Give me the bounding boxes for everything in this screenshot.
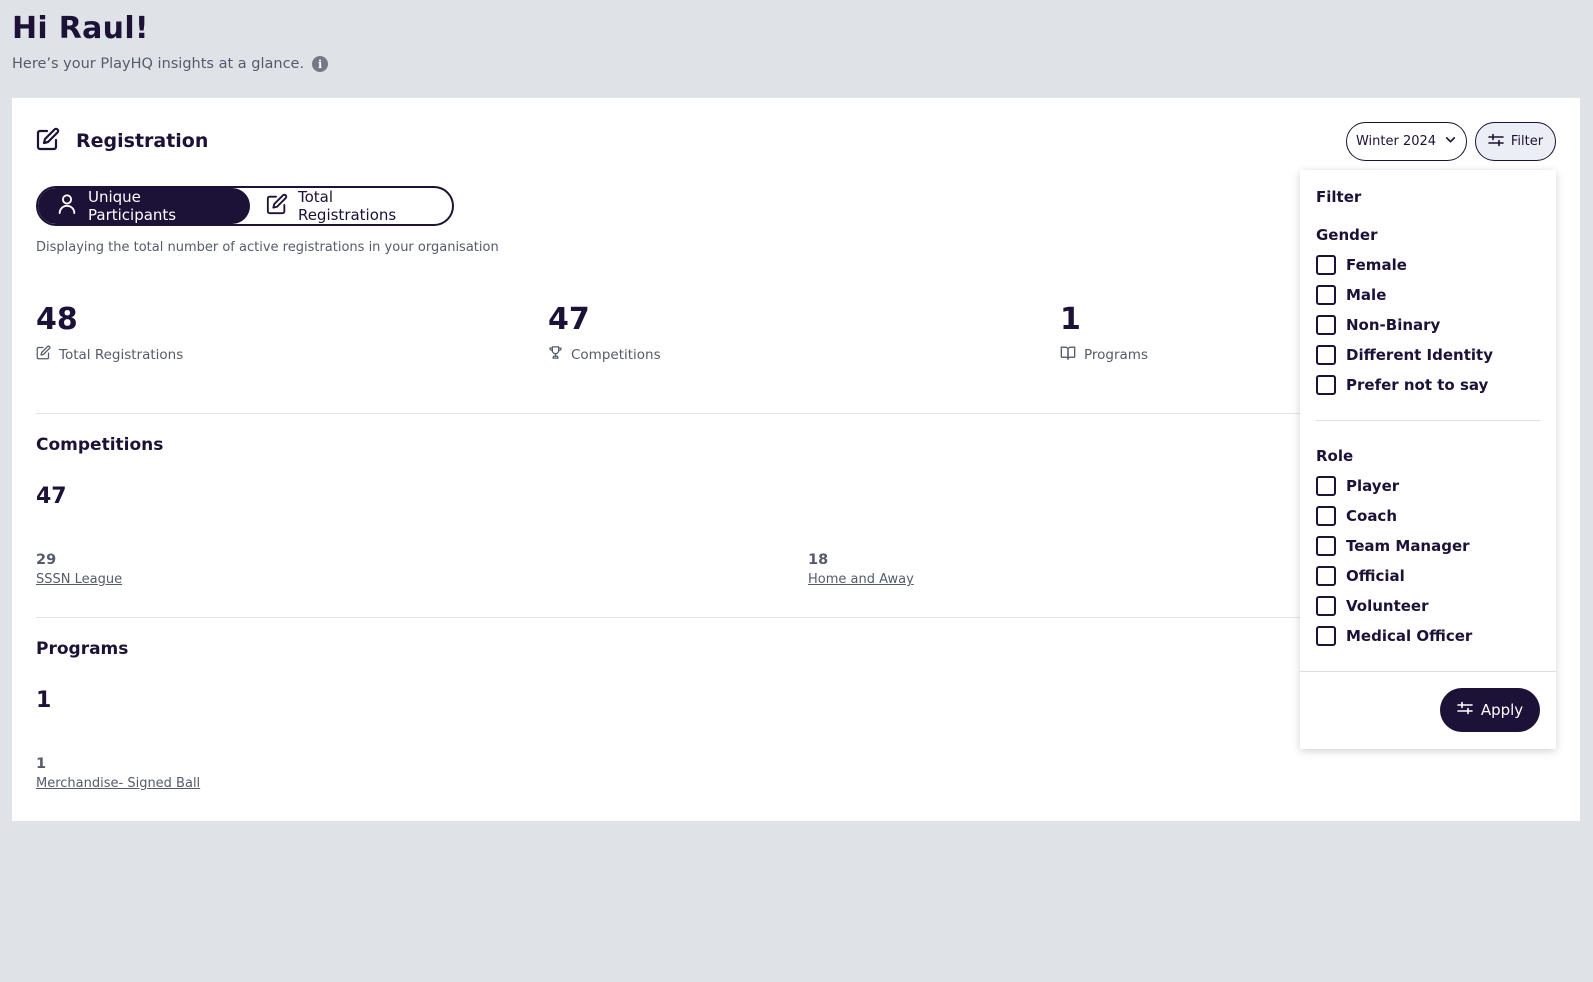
book-icon <box>1060 345 1076 364</box>
checkbox[interactable] <box>1316 476 1336 496</box>
option-label: Female <box>1346 256 1407 274</box>
option-label: Player <box>1346 477 1400 495</box>
filter-panel-title: Filter <box>1316 188 1362 206</box>
competition-link[interactable]: SSSN League <box>36 572 122 587</box>
option-label: Team Manager <box>1346 537 1470 555</box>
page-title: Hi Raul! <box>12 11 149 46</box>
option-label: Prefer not to say <box>1346 376 1489 394</box>
gender-group-title: Gender <box>1316 226 1378 244</box>
greeting-subtitle-row: Here’s your PlayHQ insights at a glance.… <box>12 56 329 72</box>
checkbox[interactable] <box>1316 255 1336 275</box>
program-link[interactable]: Merchandise- Signed Ball <box>36 776 200 791</box>
filter-panel: Filter Gender Female Male Non-Binary Dif… <box>1300 170 1556 749</box>
option-label: Medical Officer <box>1346 627 1473 645</box>
option-label: Official <box>1346 567 1405 585</box>
checkbox[interactable] <box>1316 596 1336 616</box>
edit-icon <box>266 193 288 219</box>
edit-icon <box>36 127 60 155</box>
chevron-down-icon <box>1444 133 1457 150</box>
edit-icon <box>36 345 51 364</box>
stat-total-registrations: 48 Total Registrations <box>36 301 183 364</box>
competitions-total: 47 <box>36 484 67 509</box>
competitions-title: Competitions <box>36 435 164 455</box>
registration-title: Registration <box>76 130 209 152</box>
gender-option-female[interactable]: Female <box>1316 255 1407 275</box>
apply-button-label: Apply <box>1480 701 1524 719</box>
toggle-unique-participants[interactable]: Unique Participants <box>38 188 250 224</box>
info-icon[interactable]: i <box>312 56 329 72</box>
programs-title: Programs <box>36 639 129 659</box>
competition-item: 29 SSSN League <box>36 552 122 587</box>
competition-link[interactable]: Home and Away <box>808 572 914 587</box>
checkbox[interactable] <box>1316 285 1336 305</box>
option-label: Male <box>1346 286 1387 304</box>
season-select-value: Winter 2024 <box>1355 134 1437 149</box>
competition-item: 18 Home and Away <box>808 552 914 587</box>
gender-option-different-identity[interactable]: Different Identity <box>1316 345 1493 365</box>
stat-label: Competitions <box>571 346 661 363</box>
sliders-icon <box>1457 701 1473 719</box>
view-toggle: Unique Participants Total Registrations <box>36 186 454 226</box>
divider <box>1316 420 1540 421</box>
stat-value: 1 <box>1060 302 1081 337</box>
greeting-subtitle: Here’s your PlayHQ insights at a glance. <box>12 56 305 72</box>
gender-option-prefer-not-to-say[interactable]: Prefer not to say <box>1316 375 1488 395</box>
registration-header: Registration <box>36 127 208 155</box>
stat-value: 47 <box>548 302 590 337</box>
greeting-header: Hi Raul! Here’s your PlayHQ insights at … <box>12 10 329 72</box>
toggle-total-label: Total Registrations <box>297 188 397 224</box>
competition-count: 18 <box>808 552 829 568</box>
filter-button-label: Filter <box>1510 134 1544 149</box>
stat-competitions: 47 Competitions <box>548 301 661 364</box>
trophy-icon <box>548 345 563 364</box>
competition-count: 29 <box>36 552 57 568</box>
checkbox[interactable] <box>1316 626 1336 646</box>
registration-description: Displaying the total number of active re… <box>36 240 499 255</box>
checkbox[interactable] <box>1316 375 1336 395</box>
role-option-coach[interactable]: Coach <box>1316 506 1397 526</box>
checkbox[interactable] <box>1316 506 1336 526</box>
stat-programs: 1 Programs <box>1060 301 1148 364</box>
stat-label: Programs <box>1084 346 1148 363</box>
stat-label-row: Programs <box>1060 345 1148 364</box>
role-option-official[interactable]: Official <box>1316 566 1405 586</box>
option-label: Volunteer <box>1346 597 1429 615</box>
season-select[interactable]: Winter 2024 <box>1346 122 1467 161</box>
option-label: Different Identity <box>1346 346 1493 364</box>
role-option-medical-officer[interactable]: Medical Officer <box>1316 626 1472 646</box>
divider <box>1300 671 1556 672</box>
program-count: 1 <box>36 756 47 772</box>
sliders-icon <box>1488 133 1504 151</box>
checkbox[interactable] <box>1316 536 1336 556</box>
user-icon <box>56 193 78 219</box>
filter-button[interactable]: Filter <box>1475 122 1556 161</box>
program-item: 1 Merchandise- Signed Ball <box>36 756 200 791</box>
option-label: Non-Binary <box>1346 316 1441 334</box>
option-label: Coach <box>1346 507 1398 525</box>
toggle-unique-label: Unique Participants <box>88 188 177 224</box>
apply-button[interactable]: Apply <box>1440 688 1540 732</box>
gender-option-male[interactable]: Male <box>1316 285 1386 305</box>
role-option-volunteer[interactable]: Volunteer <box>1316 596 1429 616</box>
stat-label-row: Total Registrations <box>36 345 183 364</box>
stat-label: Total Registrations <box>59 346 184 363</box>
stat-label-row: Competitions <box>548 345 661 364</box>
checkbox[interactable] <box>1316 566 1336 586</box>
checkbox[interactable] <box>1316 345 1336 365</box>
toggle-total-registrations[interactable]: Total Registrations <box>250 188 452 224</box>
gender-option-non-binary[interactable]: Non-Binary <box>1316 315 1440 335</box>
programs-total: 1 <box>36 688 52 713</box>
role-group-title: Role <box>1316 447 1354 465</box>
checkbox[interactable] <box>1316 315 1336 335</box>
role-option-player[interactable]: Player <box>1316 476 1399 496</box>
stat-value: 48 <box>36 302 78 337</box>
role-option-team-manager[interactable]: Team Manager <box>1316 536 1470 556</box>
